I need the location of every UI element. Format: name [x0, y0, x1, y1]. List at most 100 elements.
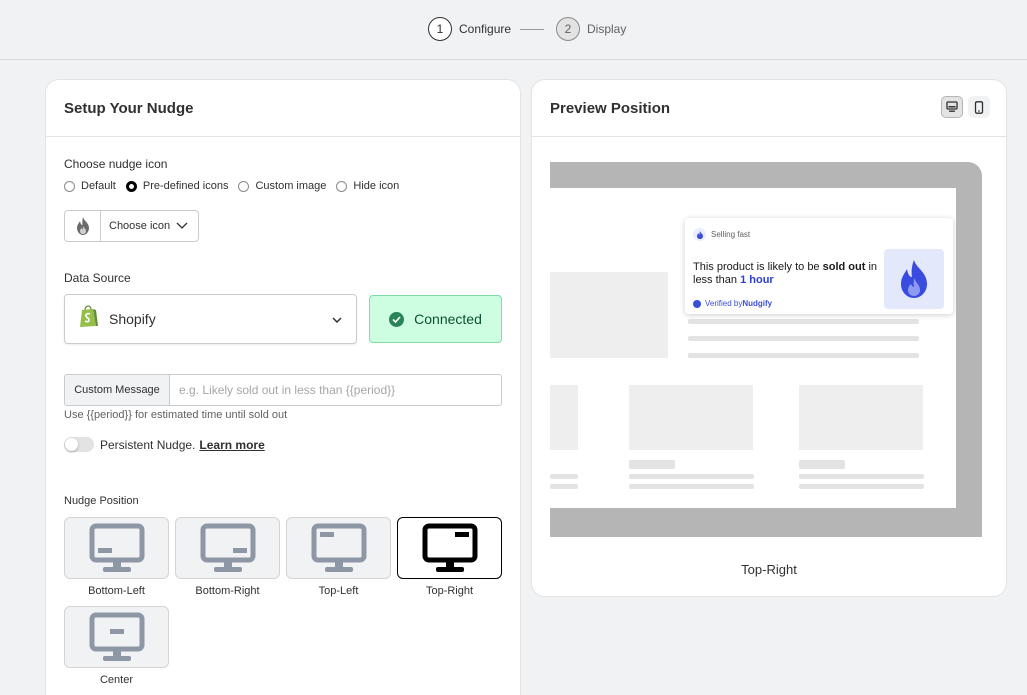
shopify-icon: [79, 305, 99, 333]
position-bottom-left-label: Bottom-Left: [88, 585, 145, 597]
placeholder-line: [629, 484, 754, 489]
persistent-label: Persistent Nudge.: [100, 437, 196, 452]
preview-card-header: Preview Position: [532, 80, 1006, 137]
nudge-badge-row: Selling fast: [693, 228, 750, 241]
data-source-select[interactable]: Shopify: [64, 294, 357, 344]
monitor-center-icon: [89, 612, 144, 661]
monitor-top-right-icon: [422, 523, 477, 572]
step-number: 1: [428, 17, 452, 41]
radio-hide-icon[interactable]: Hide icon: [336, 180, 399, 192]
preview-page: Selling fast This product is likely to b…: [550, 188, 956, 508]
radio-custom-image[interactable]: Custom image: [238, 180, 326, 192]
placeholder-line: [629, 474, 754, 479]
persistent-toggle[interactable]: [64, 437, 94, 452]
chevron-down-icon: [176, 217, 188, 235]
nudge-message: This product is likely to be sold out in…: [693, 261, 883, 287]
radio-custom-image-label: Custom image: [255, 180, 327, 192]
verified-check-icon: [693, 299, 701, 308]
radio-default-dot[interactable]: [64, 180, 75, 192]
choose-icon-select[interactable]: Choose icon: [64, 210, 199, 242]
nudge-badge: Selling fast: [711, 230, 751, 239]
position-bottom-left[interactable]: [64, 517, 169, 579]
placeholder-line: [688, 336, 919, 341]
placeholder-line: [799, 474, 924, 479]
step-configure[interactable]: 1 Configure: [428, 17, 511, 41]
radio-hide-icon-dot[interactable]: [336, 180, 348, 192]
icon-section-label: Choose nudge icon: [64, 157, 168, 171]
placeholder-image: [550, 272, 668, 358]
verified-brand: Nudgify: [742, 299, 773, 308]
step-number: 2: [556, 17, 580, 41]
radio-hide-icon-label: Hide icon: [353, 180, 400, 192]
connected-label: Connected: [414, 311, 482, 327]
data-source-label: Data Source: [64, 271, 131, 285]
setup-card-header: Setup Your Nudge: [46, 80, 520, 137]
preview-caption: Top-Right: [741, 562, 797, 577]
position-top-right[interactable]: [397, 517, 502, 579]
chevron-down-icon: [332, 310, 342, 328]
radio-default-label: Default: [81, 180, 116, 192]
preview-title: Preview Position: [550, 99, 671, 117]
position-bottom-right[interactable]: [175, 517, 280, 579]
placeholder-line: [799, 484, 924, 489]
nudge-message-highlight: 1 hour: [740, 274, 774, 286]
connected-badge: Connected: [369, 295, 502, 343]
preview-card: Preview Position Selling fast This produ…: [531, 79, 1007, 597]
learn-more-link[interactable]: Learn more: [199, 438, 264, 452]
position-center[interactable]: [64, 606, 169, 668]
data-source-value: Shopify: [109, 311, 156, 327]
position-top-left[interactable]: [286, 517, 391, 579]
custom-message-row: Custom Message: [64, 374, 502, 406]
placeholder-product: [550, 385, 578, 450]
nudge-popup: Selling fast This product is likely to b…: [685, 218, 953, 314]
fire-icon: [65, 211, 101, 241]
placeholder-line: [799, 460, 845, 469]
position-label: Nudge Position: [64, 495, 139, 507]
placeholder-line: [688, 353, 919, 358]
persistent-row: Persistent Nudge. Learn more: [64, 437, 265, 452]
device-toggle: [936, 96, 990, 118]
step-display[interactable]: 2 Display: [556, 17, 626, 41]
step-connector: [520, 29, 544, 30]
preview-screen: Selling fast This product is likely to b…: [550, 162, 982, 537]
monitor-bottom-right-icon: [200, 523, 255, 572]
placeholder-product: [799, 385, 923, 450]
icon-radio-group: Default Pre-defined icons Custom image H…: [64, 180, 409, 192]
fire-icon: [901, 260, 927, 298]
radio-predefined-dot[interactable]: [125, 180, 137, 192]
step-label: Configure: [459, 22, 512, 36]
placeholder-line: [688, 319, 919, 324]
verified-pre: Verified by: [705, 299, 743, 308]
radio-predefined-label: Pre-defined icons: [142, 180, 229, 192]
step-label: Display: [587, 22, 627, 36]
custom-message-prefix: Custom Message: [64, 374, 170, 406]
desktop-view-button[interactable]: [941, 96, 963, 118]
desktop-icon: [946, 101, 958, 112]
stepper: 1 Configure 2 Display: [0, 0, 1027, 60]
position-bottom-right-label: Bottom-Right: [195, 585, 260, 597]
mobile-icon: [974, 100, 984, 114]
radio-predefined[interactable]: Pre-defined icons: [125, 180, 229, 192]
radio-custom-image-dot[interactable]: [238, 180, 250, 192]
mobile-view-button[interactable]: [968, 96, 990, 118]
custom-message-input[interactable]: [170, 374, 502, 406]
setup-card: Setup Your Nudge Choose nudge icon Defau…: [45, 79, 521, 695]
nudge-message-pre: This product is likely to be: [693, 261, 823, 273]
nudge-verified: Verified by Nudgify: [693, 299, 772, 308]
check-circle-icon: [389, 311, 405, 327]
setup-title: Setup Your Nudge: [64, 99, 194, 117]
placeholder-product: [629, 385, 753, 450]
nudge-image: [884, 249, 944, 309]
monitor-bottom-left-icon: [89, 523, 144, 572]
placeholder-line: [550, 484, 578, 489]
radio-default[interactable]: Default: [64, 180, 116, 192]
nudge-message-bold: sold out: [822, 261, 866, 273]
position-top-right-label: Top-Right: [425, 585, 474, 597]
monitor-top-left-icon: [311, 523, 366, 572]
placeholder-line: [629, 460, 675, 469]
custom-message-help: Use {{period}} for estimated time until …: [64, 409, 288, 421]
fire-icon: [693, 228, 706, 241]
choose-icon-label: Choose icon: [109, 220, 171, 232]
position-top-left-label: Top-Left: [318, 585, 359, 597]
placeholder-line: [550, 474, 578, 479]
